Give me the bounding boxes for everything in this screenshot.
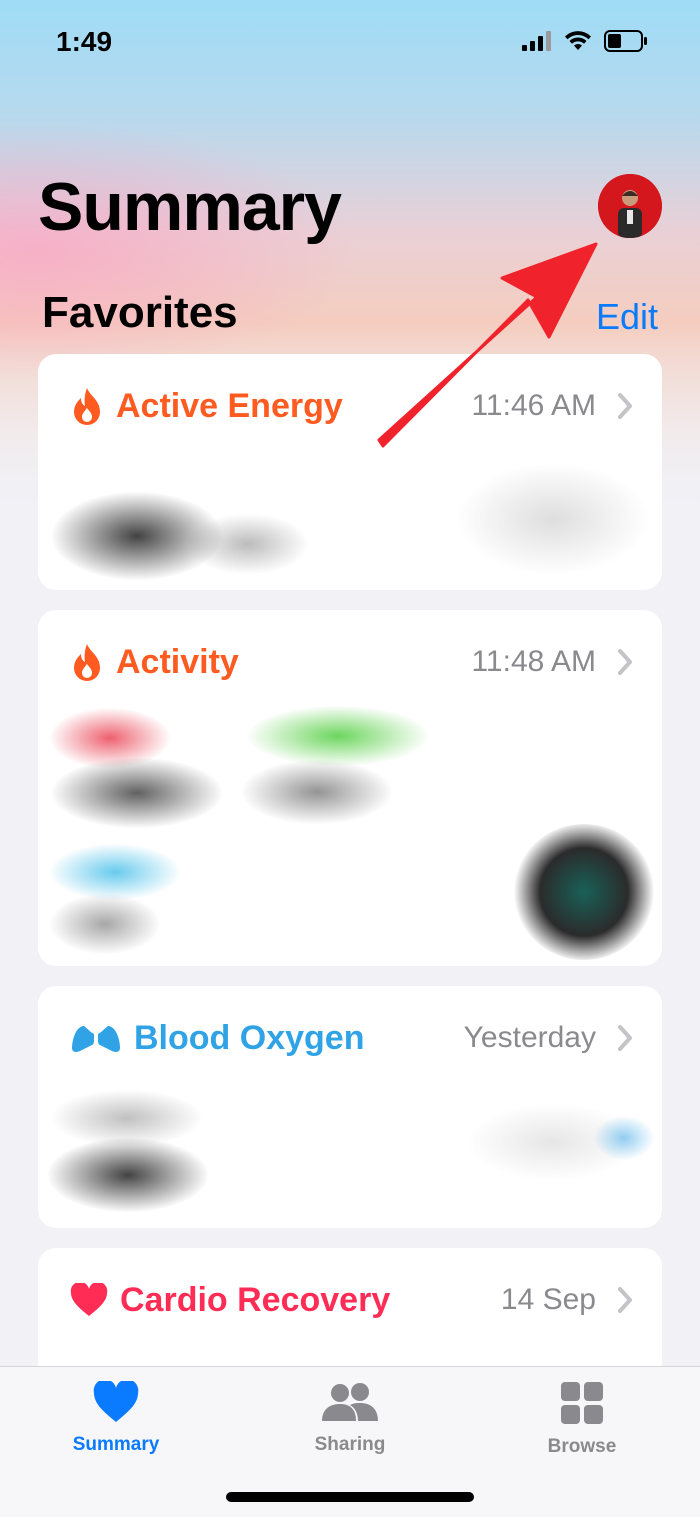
battery-icon bbox=[604, 30, 647, 52]
blurred-chart bbox=[50, 894, 160, 954]
status-time: 1:49 bbox=[56, 26, 113, 57]
card-title: Activity bbox=[116, 642, 239, 681]
card-time: 11:48 AM bbox=[471, 645, 596, 678]
card-time: 14 Sep bbox=[500, 1283, 596, 1316]
activity-rings-blurred bbox=[514, 824, 654, 960]
tab-summary[interactable]: Summary bbox=[26, 1379, 206, 1456]
page-title: Summary bbox=[38, 169, 342, 245]
home-indicator bbox=[226, 1492, 474, 1502]
blurred-chart bbox=[52, 758, 222, 828]
status-icons bbox=[522, 30, 648, 52]
blurred-chart bbox=[594, 1116, 654, 1160]
flame-icon bbox=[74, 388, 100, 425]
cellular-signal-icon bbox=[522, 31, 551, 51]
chevron-right-icon bbox=[618, 393, 632, 419]
wifi-icon bbox=[565, 31, 591, 50]
blurred-chart bbox=[242, 760, 392, 824]
heart-icon bbox=[70, 1283, 108, 1316]
heart-icon bbox=[93, 1379, 139, 1422]
blurred-chart bbox=[50, 844, 180, 900]
activity-card[interactable]: Activity 11:48 AM bbox=[38, 610, 662, 966]
active-energy-card[interactable]: Active Energy 11:46 AM bbox=[38, 354, 662, 590]
profile-avatar-button[interactable] bbox=[598, 174, 662, 238]
card-time: 11:46 AM bbox=[471, 389, 596, 422]
grid-icon bbox=[561, 1382, 603, 1424]
card-title: Blood Oxygen bbox=[134, 1018, 365, 1057]
tab-browse[interactable]: Browse bbox=[492, 1381, 672, 1458]
blurred-chart bbox=[48, 1138, 208, 1212]
tab-sharing[interactable]: Sharing bbox=[260, 1381, 440, 1456]
blurred-chart bbox=[248, 706, 428, 766]
chevron-right-icon bbox=[618, 1025, 632, 1051]
lungs-icon bbox=[72, 1024, 120, 1052]
tab-label: Sharing bbox=[314, 1434, 386, 1455]
blood-oxygen-card[interactable]: Blood Oxygen Yesterday bbox=[38, 986, 662, 1228]
edit-button[interactable]: Edit bbox=[596, 296, 658, 338]
chevron-right-icon bbox=[618, 649, 632, 675]
blurred-chart bbox=[458, 464, 648, 574]
people-icon bbox=[322, 1383, 378, 1421]
card-title: Active Energy bbox=[116, 386, 343, 425]
blurred-chart bbox=[188, 514, 308, 574]
card-title: Cardio Recovery bbox=[120, 1280, 391, 1319]
chevron-right-icon bbox=[618, 1287, 632, 1313]
card-time: Yesterday bbox=[463, 1021, 596, 1054]
favorites-title: Favorites bbox=[42, 288, 238, 337]
flame-icon bbox=[74, 644, 100, 681]
tab-label: Browse bbox=[547, 1436, 617, 1457]
person-photo-icon bbox=[598, 174, 662, 238]
tab-label: Summary bbox=[72, 1434, 160, 1455]
